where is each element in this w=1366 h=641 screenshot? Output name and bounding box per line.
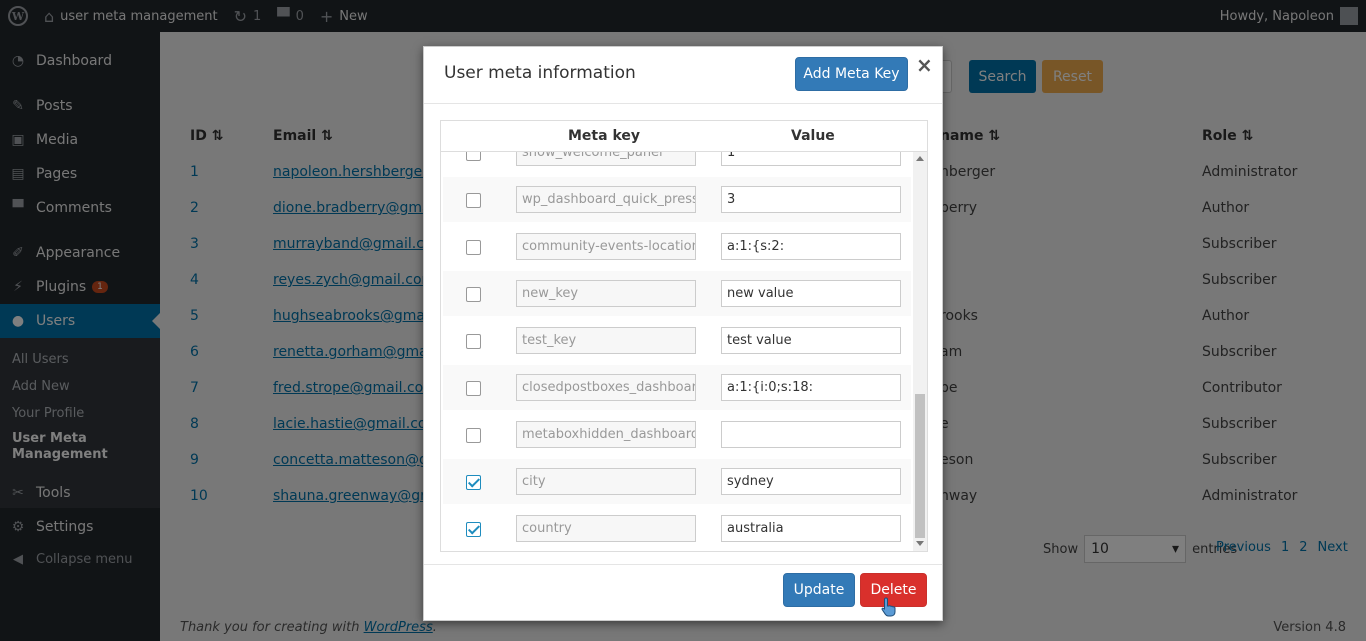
meta-value-input[interactable]: australia	[721, 515, 901, 542]
meta-key-cell: show_welcome_panel	[508, 152, 709, 174]
meta-row: community-events-location a:1:{s:2:	[443, 224, 911, 269]
meta-row-select-cell	[443, 178, 505, 221]
user-meta-modal: User meta information Add Meta Key × Met…	[423, 46, 943, 621]
meta-value-input[interactable]	[721, 421, 901, 448]
meta-row-checkbox[interactable]	[466, 152, 481, 161]
scroll-up-arrow-icon[interactable]	[916, 156, 924, 161]
meta-row-checkbox[interactable]	[466, 475, 481, 490]
meta-key-input[interactable]: metaboxhidden_dashboard	[516, 421, 696, 448]
meta-key-cell: new_key	[508, 272, 709, 315]
meta-value-input[interactable]: 3	[721, 186, 901, 213]
meta-value-cell: test value	[712, 319, 911, 362]
meta-key-input[interactable]: new_key	[516, 280, 696, 307]
meta-key-cell: metaboxhidden_dashboard	[508, 413, 709, 456]
meta-table: Meta key Value show_welcome_panel 1 wp_das…	[440, 120, 928, 552]
hand-cursor-icon	[881, 597, 896, 617]
meta-row: metaboxhidden_dashboard	[443, 412, 911, 457]
meta-row-select-cell	[443, 507, 505, 550]
scrollbar-thumb[interactable]	[915, 394, 925, 538]
meta-table-scrollbar[interactable]	[913, 152, 927, 551]
meta-key-input[interactable]: community-events-location	[516, 233, 696, 260]
meta-key-cell: test_key	[508, 319, 709, 362]
meta-value-input[interactable]: new value	[721, 280, 901, 307]
close-icon[interactable]: ×	[916, 53, 933, 77]
meta-row-select-cell	[443, 272, 505, 315]
meta-row: new_key new value	[443, 271, 911, 316]
column-header-meta-key: Meta key	[568, 128, 640, 144]
meta-row: city sydney	[443, 459, 911, 504]
meta-row-select-cell	[443, 319, 505, 362]
meta-row-select-cell	[443, 366, 505, 409]
meta-key-cell: closedpostboxes_dashboard	[508, 366, 709, 409]
meta-value-cell: a:1:{s:2:	[712, 225, 911, 268]
update-button[interactable]: Update	[783, 573, 855, 607]
modal-title: User meta information	[444, 63, 636, 83]
meta-value-cell: sydney	[712, 460, 911, 503]
meta-row-select-cell	[443, 460, 505, 503]
meta-value-input[interactable]: a:1:{s:2:	[721, 233, 901, 260]
meta-row-checkbox[interactable]	[466, 240, 481, 255]
meta-row-checkbox[interactable]	[466, 193, 481, 208]
meta-row-select-cell	[443, 413, 505, 456]
meta-key-cell: community-events-location	[508, 225, 709, 268]
meta-value-cell: new value	[712, 272, 911, 315]
meta-row-checkbox[interactable]	[466, 334, 481, 349]
meta-key-input[interactable]: test_key	[516, 327, 696, 354]
meta-row-checkbox[interactable]	[466, 428, 481, 443]
meta-value-cell: australia	[712, 507, 911, 550]
meta-value-cell: 1	[712, 152, 911, 174]
meta-value-input[interactable]: a:1:{i:0;s:18:	[721, 374, 901, 401]
scroll-down-arrow-icon[interactable]	[916, 541, 924, 546]
meta-value-input[interactable]: test value	[721, 327, 901, 354]
meta-key-cell: country	[508, 507, 709, 550]
meta-row-checkbox[interactable]	[466, 381, 481, 396]
meta-row-select-cell	[443, 152, 505, 174]
add-meta-key-button[interactable]: Add Meta Key	[795, 57, 908, 91]
meta-key-input[interactable]: city	[516, 468, 696, 495]
meta-row: wp_dashboard_quick_press_last_post_id 3	[443, 177, 911, 222]
meta-key-cell: wp_dashboard_quick_press_last_post_id	[508, 178, 709, 221]
meta-table-body[interactable]: show_welcome_panel 1 wp_dashboard_quick_pr…	[441, 152, 911, 551]
meta-value-cell	[712, 413, 911, 456]
meta-key-input[interactable]: show_welcome_panel	[516, 152, 696, 166]
meta-row: closedpostboxes_dashboard a:1:{i:0;s:18:	[443, 365, 911, 410]
meta-row-checkbox[interactable]	[466, 522, 481, 537]
meta-table-header: Meta key Value	[441, 121, 927, 152]
meta-row: test_key test value	[443, 318, 911, 363]
modal-footer: Update Delete	[424, 564, 942, 621]
meta-key-cell: city	[508, 460, 709, 503]
meta-row-checkbox[interactable]	[466, 287, 481, 302]
column-header-value: Value	[791, 128, 835, 144]
modal-header: User meta information Add Meta Key ×	[424, 47, 942, 104]
meta-value-input[interactable]: sydney	[721, 468, 901, 495]
meta-value-cell: a:1:{i:0;s:18:	[712, 366, 911, 409]
meta-key-input[interactable]: country	[516, 515, 696, 542]
meta-row: show_welcome_panel 1	[443, 152, 911, 175]
meta-value-cell: 3	[712, 178, 911, 221]
meta-key-input[interactable]: closedpostboxes_dashboard	[516, 374, 696, 401]
meta-value-input[interactable]: 1	[721, 152, 901, 166]
meta-row: country australia	[443, 506, 911, 551]
meta-row-select-cell	[443, 225, 505, 268]
meta-key-input[interactable]: wp_dashboard_quick_press_last_post_id	[516, 186, 696, 213]
